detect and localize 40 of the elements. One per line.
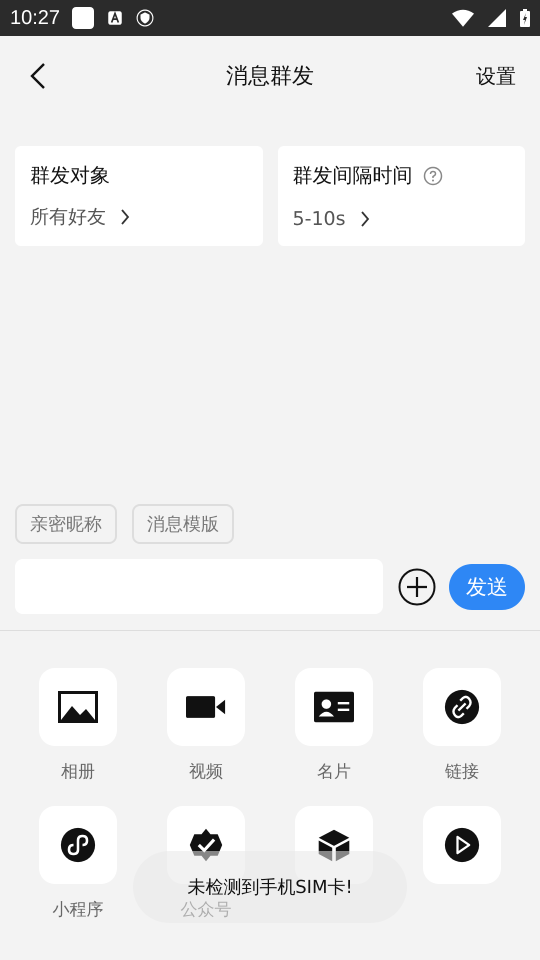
attachment-tile[interactable]	[39, 668, 117, 746]
attachment-tile[interactable]	[295, 668, 373, 746]
card-title: 群发间隔时间	[292, 162, 412, 189]
attachment-tile[interactable]	[167, 668, 245, 746]
attachment-tile[interactable]	[423, 668, 501, 746]
template-tag[interactable]: 亲密昵称	[15, 504, 117, 544]
attachment-label: 小程序	[52, 899, 104, 921]
keyboard-icon	[106, 9, 124, 27]
card-title: 群发对象	[30, 162, 110, 189]
attachment-label: 相册	[61, 761, 95, 783]
chevron-icon	[120, 208, 130, 226]
attachment-label: 名片	[317, 761, 351, 783]
help-icon[interactable]	[422, 166, 442, 186]
attachment-tile[interactable]	[39, 806, 117, 884]
link-icon	[442, 689, 482, 725]
contact-card-icon	[314, 689, 354, 725]
signal-icon	[486, 9, 508, 27]
page-title: 消息群发	[226, 63, 314, 91]
back-icon[interactable]	[30, 62, 46, 90]
add-icon[interactable]	[397, 566, 437, 606]
shield-icon	[136, 9, 154, 27]
battery-icon	[520, 8, 530, 28]
mini-program-icon	[58, 827, 98, 863]
play-icon	[442, 827, 482, 863]
attachment-label: 链接	[445, 761, 479, 783]
template-tag[interactable]: 消息模版	[132, 504, 234, 544]
status-time: 10:27	[10, 6, 60, 30]
wifi-icon	[452, 9, 474, 27]
attachment-tile[interactable]	[423, 806, 501, 884]
attachment-label: 视频	[189, 761, 223, 783]
setting-card[interactable]: 群发间隔时间 5-10s	[278, 146, 525, 246]
notification-icon	[72, 7, 94, 29]
send-button[interactable]: 发送	[449, 564, 525, 610]
card-value: 所有好友	[30, 205, 106, 230]
setting-card[interactable]: 群发对象 所有好友	[15, 146, 262, 246]
card-value: 5-10s	[292, 208, 346, 230]
settings-link[interactable]: 设置	[476, 62, 516, 90]
image-icon	[58, 689, 98, 725]
attachment-label: 公众号	[180, 899, 232, 921]
chevron-icon	[360, 210, 370, 228]
